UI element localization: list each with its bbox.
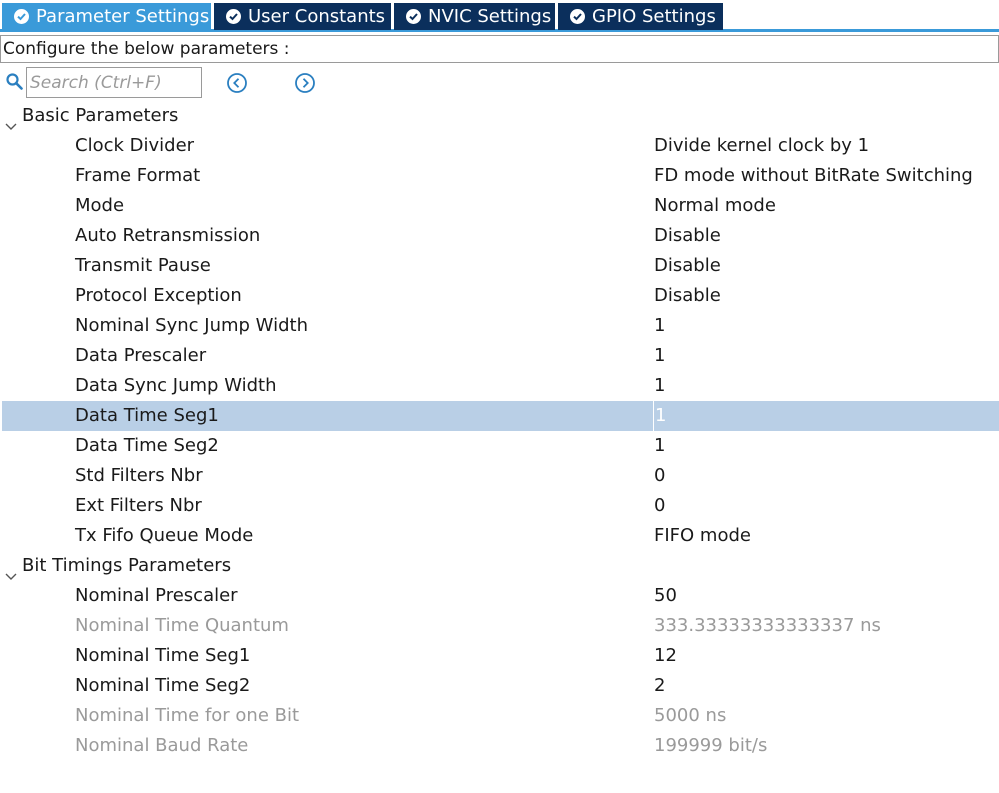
tab-label: Parameter Settings [36, 6, 210, 27]
check-circle-icon [570, 9, 585, 24]
param-value[interactable]: Normal mode [654, 191, 776, 221]
search-icon[interactable] [6, 73, 23, 94]
param-name: Mode [75, 195, 125, 216]
next-result-button[interactable] [294, 72, 316, 94]
param-row-nominal-time-quantum: Nominal Time Quantum 333.33333333333337 … [2, 611, 999, 641]
chevron-right-circle-icon [295, 73, 315, 93]
param-row-data-prescaler[interactable]: Data Prescaler 1 [2, 341, 999, 371]
param-value[interactable]: 1 [654, 341, 665, 371]
param-value[interactable]: 0 [654, 461, 665, 491]
param-value[interactable]: 1 [654, 431, 665, 461]
param-name: Ext Filters Nbr [75, 495, 202, 516]
param-name: Protocol Exception [75, 285, 242, 306]
param-row-nominal-time-seg2[interactable]: Nominal Time Seg2 2 [2, 671, 999, 701]
param-value[interactable]: Divide kernel clock by 1 [654, 131, 869, 161]
group-bit-timings-parameters[interactable]: Bit Timings Parameters [0, 551, 999, 581]
tab-parameter-settings[interactable]: Parameter Settings [2, 3, 211, 30]
check-circle-icon [406, 9, 421, 24]
param-row-mode[interactable]: Mode Normal mode [2, 191, 999, 221]
param-value: 199999 bit/s [654, 735, 768, 756]
param-row-frame-format[interactable]: Frame Format FD mode without BitRate Swi… [2, 161, 999, 191]
group-title: Basic Parameters [22, 105, 179, 126]
param-value[interactable]: Disable [654, 281, 721, 311]
group-title: Bit Timings Parameters [22, 555, 232, 576]
tab-gpio-settings[interactable]: GPIO Settings [558, 3, 723, 30]
tab-label: NVIC Settings [428, 6, 552, 27]
parameter-settings-panel: Parameter Settings User Constants NVIC S… [0, 0, 999, 793]
param-row-std-filters-nbr[interactable]: Std Filters Nbr 0 [2, 461, 999, 491]
param-name: Nominal Time Seg1 [75, 645, 251, 666]
param-name: Nominal Baud Rate [75, 735, 249, 756]
param-name: Tx Fifo Queue Mode [75, 525, 254, 546]
previous-result-button[interactable] [226, 72, 248, 94]
param-value[interactable]: Disable [654, 221, 721, 251]
tab-label: GPIO Settings [592, 6, 716, 27]
param-value[interactable]: FD mode without BitRate Switching [654, 161, 973, 191]
param-value[interactable]: 2 [654, 671, 665, 701]
param-name: Transmit Pause [75, 255, 211, 276]
tab-user-constants[interactable]: User Constants [214, 3, 391, 30]
param-row-nominal-baud-rate: Nominal Baud Rate 199999 bit/s [2, 731, 999, 761]
tab-bar: Parameter Settings User Constants NVIC S… [0, 0, 999, 32]
param-name: Data Sync Jump Width [75, 375, 277, 396]
group-basic-parameters[interactable]: Basic Parameters [0, 101, 999, 131]
param-row-nominal-sync-jump-width[interactable]: Nominal Sync Jump Width 1 [2, 311, 999, 341]
param-name: Nominal Time Seg2 [75, 675, 251, 696]
param-row-nominal-time-seg1[interactable]: Nominal Time Seg1 12 [2, 641, 999, 671]
search-input[interactable] [26, 67, 202, 98]
param-row-transmit-pause[interactable]: Transmit Pause Disable [2, 251, 999, 281]
param-value[interactable]: 0 [654, 491, 665, 521]
check-circle-icon [14, 9, 29, 24]
param-name: Nominal Sync Jump Width [75, 315, 308, 336]
param-row-ext-filters-nbr[interactable]: Ext Filters Nbr 0 [2, 491, 999, 521]
chevron-left-circle-icon [227, 73, 247, 93]
tab-nvic-settings[interactable]: NVIC Settings [394, 3, 555, 30]
param-value[interactable]: 12 [654, 641, 677, 671]
param-name: Data Time Seg2 [75, 435, 219, 456]
check-circle-icon [226, 9, 241, 24]
param-row-clock-divider[interactable]: Clock Divider Divide kernel clock by 1 [2, 131, 999, 161]
param-name: Data Time Seg1 [75, 405, 219, 426]
param-name: Std Filters Nbr [75, 465, 203, 486]
param-value[interactable]: 50 [654, 581, 677, 611]
param-value[interactable]: 1 [654, 311, 665, 341]
param-name: Nominal Time Quantum [75, 615, 289, 636]
param-value: 5000 ns [654, 705, 727, 726]
param-row-nominal-prescaler[interactable]: Nominal Prescaler 50 [2, 581, 999, 611]
param-name: Frame Format [75, 165, 201, 186]
param-row-protocol-exception[interactable]: Protocol Exception Disable [2, 281, 999, 311]
param-row-auto-retransmission[interactable]: Auto Retransmission Disable [2, 221, 999, 251]
param-row-data-sync-jump-width[interactable]: Data Sync Jump Width 1 [2, 371, 999, 401]
param-name: Nominal Time for one Bit [75, 705, 300, 726]
param-value[interactable]: Disable [654, 251, 721, 281]
param-name: Auto Retransmission [75, 225, 261, 246]
configure-instructions: Configure the below parameters : [0, 35, 999, 63]
param-name: Clock Divider [75, 135, 195, 156]
param-value[interactable]: FIFO mode [654, 521, 751, 551]
param-row-data-time-seg2[interactable]: Data Time Seg2 1 [2, 431, 999, 461]
param-name: Nominal Prescaler [75, 585, 238, 606]
param-row-tx-fifo-queue-mode[interactable]: Tx Fifo Queue Mode FIFO mode [2, 521, 999, 551]
param-row-nominal-time-for-one-bit: Nominal Time for one Bit 5000 ns [2, 701, 999, 731]
param-value-editor[interactable]: 1 [653, 401, 666, 431]
param-value: 333.33333333333337 ns [654, 615, 881, 636]
param-row-data-time-seg1[interactable]: Data Time Seg1 1 [2, 401, 999, 431]
tab-label: User Constants [248, 6, 386, 27]
param-name: Data Prescaler [75, 345, 207, 366]
param-value[interactable]: 1 [654, 371, 665, 401]
